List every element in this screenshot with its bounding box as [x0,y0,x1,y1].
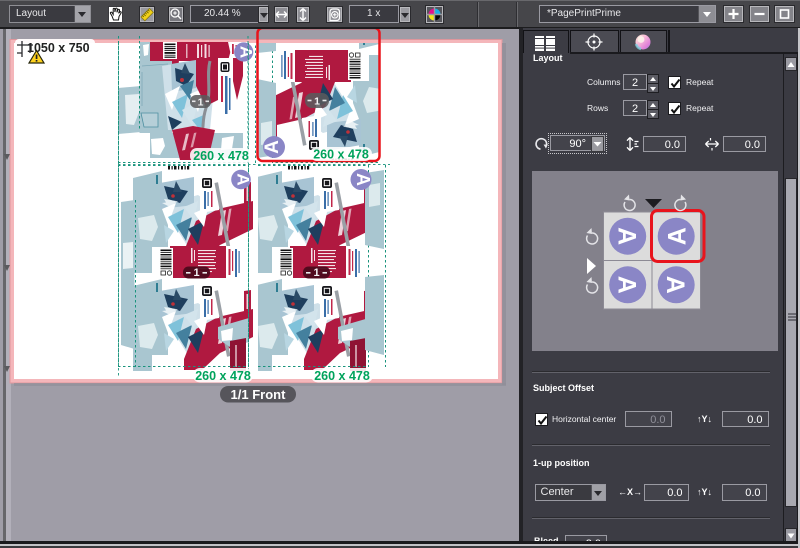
svg-text:A: A [262,140,283,154]
svg-text:1: 1 [193,267,199,279]
svg-text:260 x 478: 260 x 478 [314,369,370,383]
svg-text:A: A [612,227,640,245]
svg-text:1/1 Front: 1/1 Front [231,387,287,402]
svg-text:A: A [664,227,692,245]
svg-text:1: 1 [314,96,320,108]
svg-text:A: A [613,276,641,294]
svg-text:A: A [353,173,373,186]
svg-text:A: A [234,173,253,185]
svg-text:A: A [661,276,689,294]
svg-text:260 x 478: 260 x 478 [193,149,249,163]
svg-text:260 x 478: 260 x 478 [313,148,369,162]
svg-text:1: 1 [313,267,319,279]
svg-text:260 x 478: 260 x 478 [195,369,251,383]
